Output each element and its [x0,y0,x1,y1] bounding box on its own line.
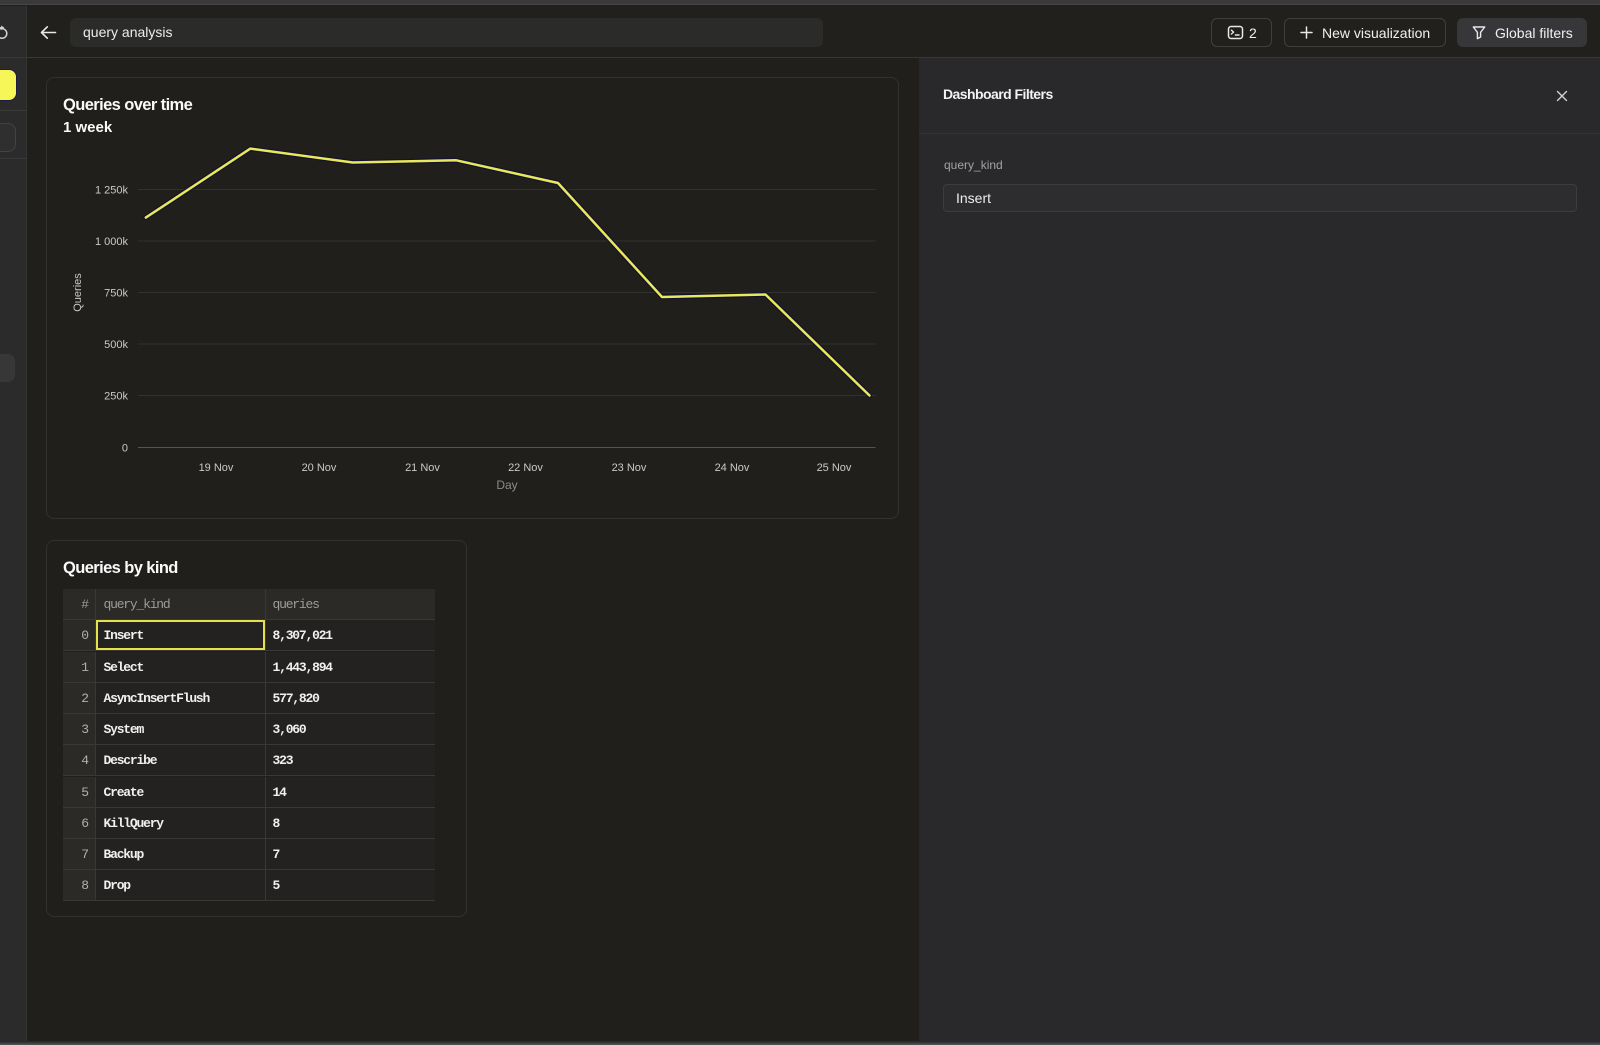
svg-text:Queries: Queries [72,273,84,312]
svg-text:19 Nov: 19 Nov [199,462,234,474]
svg-text:0: 0 [122,443,128,455]
svg-text:1 000k: 1 000k [95,236,129,248]
svg-text:25 Nov: 25 Nov [817,462,852,474]
svg-text:750k: 750k [104,288,128,300]
svg-text:Day: Day [496,478,517,492]
svg-text:250k: 250k [104,391,128,403]
svg-text:500k: 500k [104,339,128,351]
svg-text:23 Nov: 23 Nov [612,462,647,474]
svg-text:22 Nov: 22 Nov [508,462,543,474]
svg-text:1 250k: 1 250k [95,185,129,197]
svg-text:21 Nov: 21 Nov [405,462,440,474]
svg-text:20 Nov: 20 Nov [302,462,337,474]
svg-text:24 Nov: 24 Nov [715,462,750,474]
